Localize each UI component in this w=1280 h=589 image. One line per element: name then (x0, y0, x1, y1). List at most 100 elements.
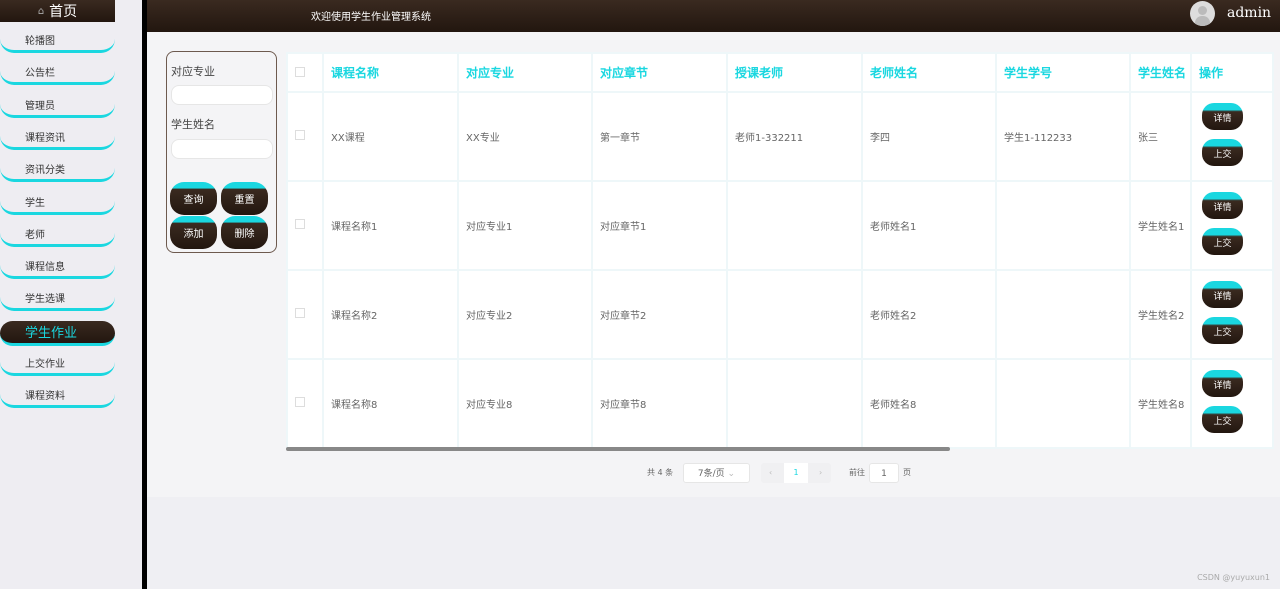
detail-button[interactable]: 详情 (1202, 280, 1243, 308)
table-cell: 课程名称8 (322, 358, 459, 449)
goto-label: 前往 (849, 468, 865, 477)
table-row: 课程名称1 对应专业1 对应章节1 老师姓名1 学生姓名1 详情 上交 (286, 180, 1274, 271)
table-cell: 老师姓名2 (861, 269, 997, 360)
table-row: 课程名称2 对应专业2 对应章节2 老师姓名2 学生姓名2 详情 上交 (286, 269, 1274, 360)
table-row: XX课程 XX专业 第一章节 老师1-332211 李四 学生1-112233 张三 详情上交 (286, 91, 1274, 182)
username[interactable]: admin (1227, 5, 1271, 21)
submit-button[interactable]: 上交 (1202, 405, 1243, 433)
detail-button[interactable]: 详情 (1202, 191, 1243, 219)
checkbox-cell (286, 91, 324, 182)
chevron-down-icon: ⌄ (727, 469, 736, 479)
watermark: CSDN @yuyuxun1 (1197, 573, 1270, 582)
submit-button[interactable]: 上交 (1202, 227, 1243, 255)
row-checkbox[interactable] (295, 397, 305, 407)
system-title: 欢迎使用学生作业管理系统 (311, 12, 431, 23)
table-cell: 对应章节2 (591, 269, 728, 360)
pager: ‹ 1 › (761, 463, 831, 483)
row-checkbox[interactable] (295, 219, 305, 229)
table-row: 课程名称8 对应专业8 对应章节8 老师姓名8 学生姓名8 详情 上交 (286, 358, 1274, 449)
table-cell (726, 180, 863, 271)
sidebar-item[interactable]: 学生作业 (0, 320, 115, 346)
sidebar: ⌂ 首页 轮播图公告栏管理员课程资讯资讯分类学生老师课程信息学生选课学生作业上交作… (0, 0, 142, 589)
sidebar-item[interactable]: 老师 (0, 225, 115, 247)
row-checkbox[interactable] (295, 308, 305, 318)
query-button[interactable]: 查询 (170, 182, 217, 215)
page-size-select[interactable]: 7条/页 ⌄ (683, 463, 750, 483)
sidebar-item[interactable]: 轮播图 (0, 31, 115, 53)
column-header: 授课老师 (726, 52, 863, 93)
actions-cell: 详情 上交 (1190, 269, 1274, 360)
column-header: 对应专业 (457, 52, 593, 93)
next-page-icon[interactable]: › (819, 463, 822, 483)
home-icon: ⌂ (37, 5, 45, 17)
table-cell: 张三 (1129, 91, 1192, 182)
prev-page-icon[interactable]: ‹ (769, 463, 772, 483)
sidebar-item[interactable]: 课程资讯 (0, 128, 115, 150)
horizontal-scrollbar[interactable] (286, 447, 950, 451)
table-cell: 学生姓名2 (1129, 269, 1192, 360)
submit-button[interactable]: 上交 (1202, 316, 1243, 344)
home-label: 首页 (49, 4, 78, 20)
table-cell (995, 358, 1131, 449)
sidebar-item[interactable]: 课程信息 (0, 257, 115, 280)
checkbox-cell (286, 269, 324, 360)
table-cell: 老师姓名1 (861, 180, 997, 271)
column-header: 学生学号 (995, 52, 1131, 93)
column-header: 老师姓名 (861, 52, 997, 93)
detail-button[interactable]: 详情 (1202, 369, 1243, 397)
sidebar-item[interactable]: 管理员 (0, 96, 115, 118)
data-table: 课程名称 对应专业 对应章节 授课老师 老师姓名 学生学号 学生姓名 操作 XX课程 XX专业第… (286, 52, 1274, 449)
table-cell: 对应专业8 (457, 358, 593, 449)
select-all-checkbox[interactable] (295, 66, 305, 77)
header-checkbox-cell (286, 52, 324, 93)
reset-button[interactable]: 重置 (221, 182, 268, 215)
table-cell: 学生1-112233 (995, 91, 1131, 182)
checkbox-cell (286, 180, 324, 271)
actions-cell: 详情 上交 (1190, 91, 1274, 182)
table-cell: 老师1-332211 (726, 91, 863, 182)
goto-input[interactable]: 1 (869, 463, 899, 483)
table-cell: 第一章节 (591, 91, 728, 182)
page-1[interactable]: 1 (784, 463, 808, 483)
column-header: 操作 (1190, 52, 1274, 93)
column-header: 对应章节 (591, 52, 728, 93)
sidebar-item[interactable]: 公告栏 (0, 63, 115, 86)
table-cell: XX专业 (457, 91, 593, 182)
actions-cell: 详情 上交 (1190, 358, 1274, 449)
row-checkbox[interactable] (295, 130, 305, 140)
table-cell (726, 269, 863, 360)
table-cell: 老师姓名8 (861, 358, 997, 449)
table-cell (995, 269, 1131, 360)
table-cell: 对应章节8 (591, 358, 728, 449)
table-cell: 课程名称1 (322, 180, 459, 271)
sidebar-item[interactable]: 课程资料 (0, 386, 115, 409)
table-cell: 李四 (861, 91, 997, 182)
delete-button[interactable]: 删除 (221, 216, 268, 249)
table-cell (995, 180, 1131, 271)
add-button[interactable]: 添加 (170, 216, 217, 249)
checkbox-cell (286, 358, 324, 449)
sidebar-item[interactable]: 学生 (0, 193, 115, 215)
table-cell: 对应章节1 (591, 180, 728, 271)
submit-button[interactable]: 上交 (1202, 138, 1243, 166)
column-header: 学生姓名 (1129, 52, 1192, 93)
table-cell: 学生姓名8 (1129, 358, 1192, 449)
table-cell: 课程名称2 (322, 269, 459, 360)
total-count: 共 4 条 (647, 468, 674, 477)
table-cell (726, 358, 863, 449)
detail-button[interactable]: 详情 (1202, 102, 1243, 130)
avatar-icon[interactable] (1190, 1, 1215, 26)
major-input[interactable] (171, 85, 273, 105)
search-panel: 对应专业 学生姓名 查询 重置 添加 删除 (166, 51, 277, 253)
major-label: 对应专业 (171, 65, 215, 78)
table-cell: 对应专业2 (457, 269, 593, 360)
sidebar-item[interactable]: 资讯分类 (0, 160, 115, 183)
sidebar-item[interactable]: 学生选课 (0, 289, 115, 312)
sidebar-item[interactable]: 上交作业 (0, 354, 115, 376)
home-link[interactable]: ⌂ 首页 (0, 0, 115, 22)
table-cell: XX课程 (322, 91, 459, 182)
table-cell: 对应专业1 (457, 180, 593, 271)
column-header: 课程名称 (322, 52, 459, 93)
page-unit: 页 (903, 468, 911, 477)
student-name-input[interactable] (171, 139, 273, 159)
